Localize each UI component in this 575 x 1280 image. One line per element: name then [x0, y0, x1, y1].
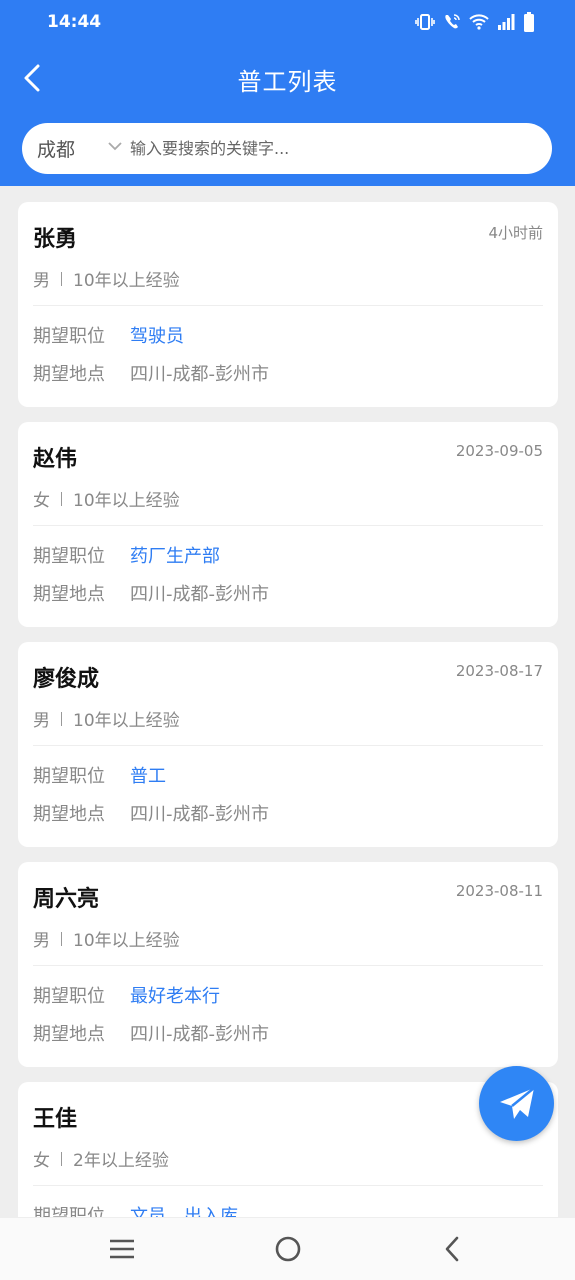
worker-card[interactable]: 廖俊成 2023-08-17 男 10年以上经验 期望职位 普工 期望地点 四川…	[18, 642, 558, 847]
position-label: 期望职位	[33, 986, 105, 1007]
divider	[33, 745, 543, 746]
worker-gender: 女	[33, 1151, 50, 1171]
battery-icon	[524, 12, 534, 32]
separator	[61, 491, 62, 506]
status-icons	[415, 12, 535, 32]
worker-gender: 男	[33, 711, 50, 731]
worker-meta: 女 10年以上经验	[33, 486, 180, 511]
vibrate-icon	[415, 14, 435, 30]
position-value: 文员，出入库	[130, 1206, 238, 1217]
page-title: 普工列表	[237, 68, 338, 96]
location-value: 四川-成都-彭州市	[130, 364, 269, 385]
separator	[61, 931, 62, 946]
worker-experience: 10年以上经验	[73, 931, 180, 951]
position-row: 期望职位 最好老本行	[33, 982, 220, 1008]
position-value: 最好老本行	[130, 986, 220, 1007]
position-label: 期望职位	[33, 546, 105, 567]
worker-card[interactable]: 周六亮 2023-08-11 男 10年以上经验 期望职位 最好老本行 期望地点…	[18, 862, 558, 1067]
nav-back-button[interactable]	[432, 1232, 472, 1266]
location-row: 期望地点 四川-成都-彭州市	[33, 360, 269, 386]
location-row: 期望地点 四川-成都-彭州市	[33, 800, 269, 826]
position-row: 期望职位 药厂生产部	[33, 542, 220, 568]
header: 14:44 普工列表 成都	[0, 0, 575, 186]
back-icon	[445, 1236, 459, 1262]
divider	[33, 525, 543, 526]
search-input[interactable]	[130, 131, 535, 165]
position-value: 驾驶员	[130, 326, 184, 347]
publish-fab[interactable]	[479, 1066, 554, 1141]
location-value: 四川-成都-彭州市	[130, 1024, 269, 1045]
worker-date: 2023-08-17	[455, 662, 543, 680]
location-value: 四川-成都-彭州市	[130, 584, 269, 605]
worker-date: 2023-09-05	[455, 442, 543, 460]
location-label: 期望地点	[33, 1024, 105, 1045]
worker-name: 周六亮	[33, 887, 100, 912]
position-value: 药厂生产部	[130, 546, 220, 567]
location-label: 期望地点	[33, 364, 105, 385]
worker-experience: 10年以上经验	[73, 711, 180, 731]
worker-meta: 女 2年以上经验	[33, 1146, 169, 1171]
home-circle-icon	[275, 1236, 301, 1262]
chevron-down-icon[interactable]	[107, 141, 123, 151]
worker-experience: 10年以上经验	[73, 271, 180, 291]
separator	[61, 1151, 62, 1166]
position-row: 期望职位 驾驶员	[33, 322, 184, 348]
city-selector[interactable]: 成都	[37, 135, 75, 162]
system-nav-bar	[0, 1218, 575, 1280]
menu-icon	[110, 1239, 134, 1259]
divider	[33, 305, 543, 306]
separator	[61, 271, 62, 286]
worker-experience: 10年以上经验	[73, 491, 180, 511]
worker-name: 王佳	[33, 1107, 78, 1132]
position-value: 普工	[130, 766, 166, 787]
worker-date: 4小时前	[488, 224, 543, 242]
status-bar: 14:44	[0, 0, 575, 48]
worker-experience: 2年以上经验	[73, 1151, 169, 1171]
worker-card[interactable]: 赵伟 2023-09-05 女 10年以上经验 期望职位 药厂生产部 期望地点 …	[18, 422, 558, 627]
position-label: 期望职位	[33, 1206, 105, 1217]
worker-date: 2023-08-11	[455, 882, 543, 900]
worker-meta: 男 10年以上经验	[33, 926, 180, 951]
worker-name: 赵伟	[33, 447, 78, 472]
nav-home-button[interactable]	[268, 1232, 308, 1266]
divider	[33, 965, 543, 966]
signal-icon	[498, 14, 515, 30]
position-label: 期望职位	[33, 766, 105, 787]
nav-menu-button[interactable]	[102, 1232, 142, 1266]
worker-name: 廖俊成	[33, 667, 100, 692]
search-bar: 成都	[22, 123, 552, 174]
worker-gender: 男	[33, 271, 50, 291]
worker-list: 张勇 4小时前 男 10年以上经验 期望职位 驾驶员 期望地点 四川-成都-彭州…	[18, 202, 558, 1217]
paper-plane-icon	[499, 1086, 535, 1119]
location-row: 期望地点 四川-成都-彭州市	[33, 580, 269, 606]
worker-meta: 男 10年以上经验	[33, 266, 180, 291]
position-label: 期望职位	[33, 326, 105, 347]
wifi-call-icon	[445, 14, 460, 29]
worker-meta: 男 10年以上经验	[33, 706, 180, 731]
separator	[61, 711, 62, 726]
position-row: 期望职位 文员，出入库	[33, 1202, 238, 1217]
location-label: 期望地点	[33, 804, 105, 825]
location-row: 期望地点 四川-成都-彭州市	[33, 1020, 269, 1046]
location-value: 四川-成都-彭州市	[130, 804, 269, 825]
worker-name: 张勇	[33, 227, 78, 252]
divider	[33, 1185, 543, 1186]
wifi-icon	[469, 14, 489, 30]
worker-gender: 女	[33, 491, 50, 511]
status-time: 14:44	[47, 12, 102, 32]
title-bar: 普工列表	[0, 48, 575, 110]
worker-card[interactable]: 张勇 4小时前 男 10年以上经验 期望职位 驾驶员 期望地点 四川-成都-彭州…	[18, 202, 558, 407]
location-label: 期望地点	[33, 584, 105, 605]
worker-card[interactable]: 王佳 202 女 2年以上经验 期望职位 文员，出入库	[18, 1082, 558, 1217]
worker-gender: 男	[33, 931, 50, 951]
position-row: 期望职位 普工	[33, 762, 166, 788]
